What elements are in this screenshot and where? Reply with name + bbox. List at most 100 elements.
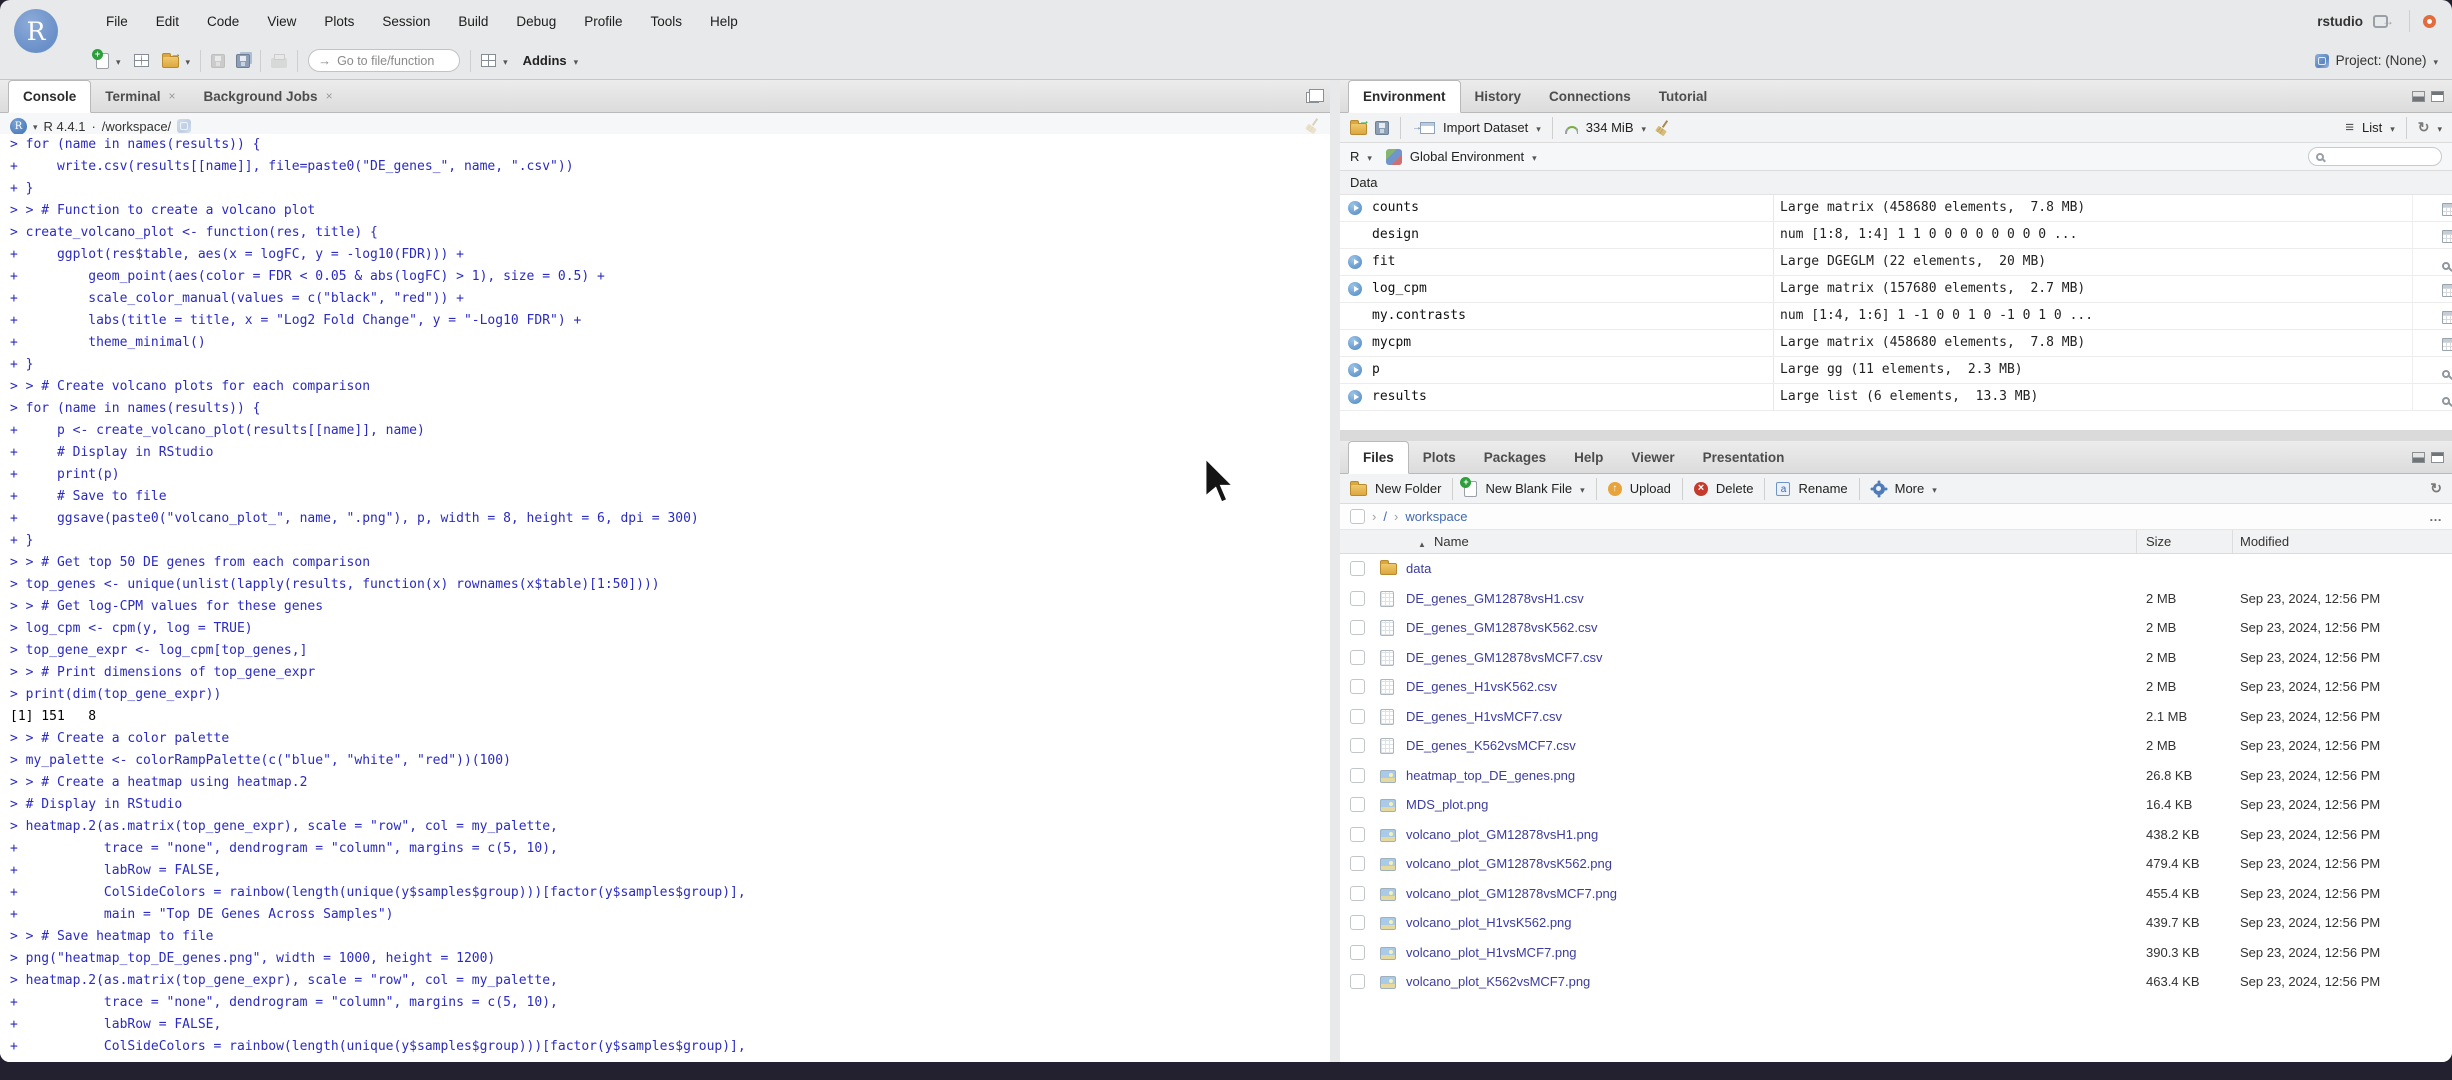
file-row-de-genes-gm12878vsh1-csv[interactable]: DE_genes_GM12878vsH1.csv 2 MB Sep 23, 20… <box>1340 583 2452 613</box>
tab-packages[interactable]: Packages <box>1470 441 1560 473</box>
clear-environment-icon[interactable] <box>1654 120 1670 136</box>
column-header-modified[interactable]: Modified <box>2240 534 2289 549</box>
environment-object-row-mycpm[interactable]: mycpm Large matrix (458680 elements, 7.8… <box>1340 330 2452 357</box>
file-checkbox[interactable] <box>1350 767 1365 783</box>
file-name-link[interactable]: DE_genes_GM12878vsH1.csv <box>1406 591 1584 606</box>
refresh-environment-icon[interactable] <box>2418 119 2430 137</box>
environment-search-input[interactable] <box>2308 147 2442 166</box>
menu-item-edit[interactable]: Edit <box>142 0 193 42</box>
select-all-checkbox[interactable] <box>1350 509 1365 524</box>
load-workspace-icon[interactable] <box>1350 115 1370 135</box>
expand-icon[interactable] <box>1348 282 1362 296</box>
addins-dropdown-icon[interactable] <box>574 52 579 70</box>
save-icon[interactable] <box>211 53 226 68</box>
file-name-link[interactable]: volcano_plot_K562vsMCF7.png <box>1406 974 1590 989</box>
menu-item-code[interactable]: Code <box>193 0 253 42</box>
environment-object-row-counts[interactable]: counts Large matrix (458680 elements, 7.… <box>1340 195 2452 222</box>
file-name-link[interactable]: heatmap_top_DE_genes.png <box>1406 768 1575 783</box>
file-name-link[interactable]: data <box>1406 561 1431 576</box>
tab-files[interactable]: Files <box>1348 441 1409 474</box>
menu-item-plots[interactable]: Plots <box>310 0 368 42</box>
column-header-size[interactable]: Size <box>2146 534 2171 549</box>
expand-icon[interactable] <box>1348 201 1362 215</box>
file-checkbox[interactable] <box>1350 649 1365 665</box>
file-row-de-genes-gm12878vsk562-csv[interactable]: DE_genes_GM12878vsK562.csv 2 MB Sep 23, … <box>1340 613 2452 643</box>
project-dropdown-icon[interactable] <box>2433 52 2438 70</box>
file-checkbox[interactable] <box>1350 679 1365 694</box>
set-wd-icon[interactable] <box>177 119 192 133</box>
file-row-volcano-plot-gm12878vsmcf7-png[interactable]: volcano_plot_GM12878vsMCF7.png 455.4 KB … <box>1340 878 2452 908</box>
project-label[interactable]: Project: (None) <box>2336 53 2427 68</box>
menu-item-help[interactable]: Help <box>696 0 752 42</box>
file-name-link[interactable]: DE_genes_H1vsK562.csv <box>1406 679 1557 694</box>
file-checkbox[interactable] <box>1350 915 1365 930</box>
save-all-icon[interactable] <box>236 53 251 68</box>
tab-tutorial[interactable]: Tutorial <box>1645 80 1722 112</box>
environment-object-row-fit[interactable]: fit Large DGEGLM (22 elements, 20 MB) <box>1340 249 2452 276</box>
file-row-de-genes-gm12878vsmcf7-csv[interactable]: DE_genes_GM12878vsMCF7.csv 2 MB Sep 23, … <box>1340 642 2452 672</box>
tab-environment[interactable]: Environment <box>1348 80 1461 113</box>
close-icon[interactable]: × <box>326 89 333 103</box>
file-row-volcano-plot-h1vsmcf7-png[interactable]: volcano_plot_H1vsMCF7.png 390.3 KB Sep 2… <box>1340 937 2452 967</box>
environment-dropdown-icon[interactable] <box>1532 148 1537 166</box>
working-directory-label[interactable]: /workspace/ <box>102 119 171 134</box>
file-name-link[interactable]: DE_genes_H1vsMCF7.csv <box>1406 709 1562 724</box>
expand-icon[interactable] <box>1348 255 1362 269</box>
file-name-link[interactable]: volcano_plot_GM12878vsK562.png <box>1406 856 1612 871</box>
column-header-name[interactable]: Name <box>1434 534 1469 549</box>
file-row-de-genes-h1vsmcf7-csv[interactable]: DE_genes_H1vsMCF7.csv 2.1 MB Sep 23, 202… <box>1340 701 2452 731</box>
new-file-dropdown-icon[interactable] <box>116 52 121 70</box>
list-view-label[interactable]: List <box>2362 120 2382 135</box>
delete-label[interactable]: Delete <box>1716 481 1754 496</box>
goto-file-function-input[interactable]: Go to file/function <box>308 49 461 72</box>
maximize-pane-icon[interactable] <box>1306 89 1324 103</box>
file-row-de-genes-k562vsmcf7-csv[interactable]: DE_genes_K562vsMCF7.csv 2 MB Sep 23, 202… <box>1340 731 2452 761</box>
language-selector-label[interactable]: R <box>1350 149 1359 164</box>
expand-icon[interactable] <box>1348 336 1362 350</box>
file-checkbox[interactable] <box>1350 797 1365 812</box>
file-checkbox[interactable] <box>1350 885 1365 901</box>
sort-ascending-icon[interactable] <box>1418 535 1426 550</box>
r-version-dropdown-icon[interactable] <box>33 117 38 135</box>
file-name-link[interactable]: volcano_plot_GM12878vsH1.png <box>1406 827 1598 842</box>
memory-dropdown-icon[interactable] <box>1642 119 1647 137</box>
new-folder-label[interactable]: New Folder <box>1375 481 1441 496</box>
file-name-link[interactable]: MDS_plot.png <box>1406 797 1488 812</box>
file-name-link[interactable]: volcano_plot_H1vsK562.png <box>1406 915 1572 930</box>
inspect-object-icon[interactable] <box>2442 397 2451 405</box>
file-row-data[interactable]: data <box>1340 554 2452 584</box>
view-table-icon[interactable] <box>2442 338 2452 351</box>
new-file-icon[interactable] <box>92 48 109 69</box>
file-row-mds-plot-png[interactable]: MDS_plot.png 16.4 KB Sep 23, 2024, 12:56… <box>1340 790 2452 820</box>
new-blank-file-dropdown-icon[interactable] <box>1580 480 1585 498</box>
file-checkbox[interactable] <box>1350 708 1365 724</box>
environment-object-row-design[interactable]: design num [1:8, 1:4] 1 1 0 0 0 0 0 0 0 … <box>1340 222 2452 249</box>
upload-icon[interactable] <box>1607 481 1622 496</box>
language-dropdown-icon[interactable] <box>1367 148 1372 166</box>
file-row-volcano-plot-gm12878vsk562-png[interactable]: volcano_plot_GM12878vsK562.png 479.4 KB … <box>1340 849 2452 879</box>
memory-usage-label[interactable]: 334 MiB <box>1586 120 1634 135</box>
menu-item-file[interactable]: File <box>92 0 142 42</box>
rename-label[interactable]: Rename <box>1798 481 1847 496</box>
tab-terminal[interactable]: Terminal × <box>91 80 189 112</box>
r-language-icon[interactable]: R <box>10 117 27 135</box>
file-checkbox[interactable] <box>1350 944 1365 960</box>
file-checkbox[interactable] <box>1350 590 1365 606</box>
import-dataset-label[interactable]: Import Dataset <box>1443 120 1528 135</box>
close-icon[interactable]: × <box>169 89 176 103</box>
refresh-files-icon[interactable] <box>2430 480 2442 498</box>
import-dropdown-icon[interactable] <box>1536 119 1541 137</box>
upload-label[interactable]: Upload <box>1630 481 1671 496</box>
breadcrumb-root-link[interactable]: / <box>1383 509 1387 524</box>
breadcrumb-workspace-link[interactable]: workspace <box>1405 509 1467 524</box>
tab-connections[interactable]: Connections <box>1535 80 1645 112</box>
console-output-area[interactable]: > for (name in names(results)) {+ write.… <box>0 134 1330 1062</box>
new-blank-file-label[interactable]: New Blank File <box>1485 481 1572 496</box>
file-checkbox[interactable] <box>1350 974 1365 989</box>
tab-presentation[interactable]: Presentation <box>1689 441 1799 473</box>
save-workspace-icon[interactable] <box>1375 120 1389 135</box>
tab-console[interactable]: Console <box>8 80 92 113</box>
tab-help[interactable]: Help <box>1560 441 1617 473</box>
view-table-icon[interactable] <box>2442 284 2452 297</box>
session-quit-icon[interactable] <box>2423 14 2436 28</box>
